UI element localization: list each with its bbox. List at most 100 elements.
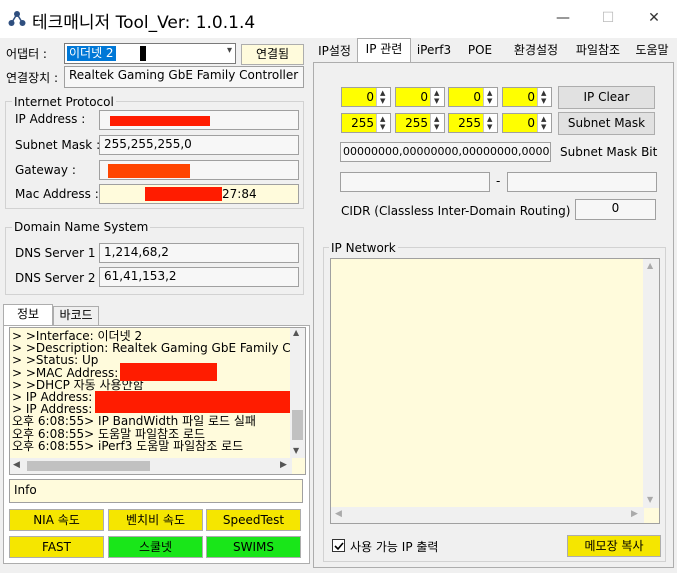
dns-group-title: Domain Name System xyxy=(12,220,151,234)
ip-network-title: IP Network xyxy=(329,241,398,255)
redaction-bar xyxy=(145,187,222,201)
vertical-scrollbar[interactable]: ▲ ▼ xyxy=(643,259,659,508)
spin-arrows-icon[interactable]: ▲ ▼ xyxy=(376,88,390,106)
ip-octet-1-spinner[interactable]: 0 ▲ ▼ xyxy=(341,87,391,107)
swims-button[interactable]: SWIMS xyxy=(206,536,301,558)
tab-preferences[interactable]: 환경설정 xyxy=(505,40,567,62)
octet-value: 255 xyxy=(458,116,481,130)
tab-ip-related[interactable]: IP 관련 xyxy=(357,38,411,63)
maximize-button[interactable]: ☐ xyxy=(585,0,631,36)
close-button[interactable]: ✕ xyxy=(631,0,677,36)
scrollbar-thumb[interactable] xyxy=(27,461,150,471)
ip-octet-2-spinner[interactable]: 0 ▲ ▼ xyxy=(395,87,445,107)
log-line: 오후 6:08:55> 도움말 파일참조 로드 xyxy=(12,426,206,441)
mask-octet-3-spinner[interactable]: 255 ▲ ▼ xyxy=(448,113,498,133)
tab-file-reference[interactable]: 파일참조 xyxy=(567,40,629,62)
spin-arrows-icon[interactable]: ▲ ▼ xyxy=(430,88,444,106)
subnet-mask-button[interactable]: Subnet Mask xyxy=(558,112,655,135)
checkmark-icon xyxy=(334,542,344,551)
adapter-select[interactable]: 이더넷 2 ▾ xyxy=(64,43,236,64)
log-line: 오후 6:08:55> IP BandWidth 파일 로드 실패 xyxy=(12,414,256,429)
subnet-mask-field: 255,255,255,0 xyxy=(99,135,299,155)
octet-value: 0 xyxy=(527,90,535,104)
spin-arrows-icon[interactable]: ▲ ▼ xyxy=(430,114,444,132)
ip-network-list[interactable]: ▲ ▼ ◀ ▶ xyxy=(330,258,660,524)
octet-value: 0 xyxy=(527,116,535,130)
schoolnet-button[interactable]: 스쿨넷 xyxy=(108,536,203,558)
dns2-label: DNS Server 2 : xyxy=(15,271,104,285)
cidr-field: 0 xyxy=(575,199,656,220)
scroll-up-arrow-icon[interactable]: ▲ xyxy=(293,328,299,337)
benchbee-speed-button[interactable]: 벤치비 속도 xyxy=(108,509,203,531)
gateway-label: Gateway : xyxy=(15,163,76,177)
mask-octet-1-spinner[interactable]: 255 ▲ ▼ xyxy=(341,113,391,133)
tab-iperf3[interactable]: iPerf3 xyxy=(412,40,456,62)
ip-address-label: IP Address : xyxy=(15,112,86,126)
mac-address-field: 27:84 xyxy=(99,184,299,204)
dns1-field: 1,214,68,2 xyxy=(99,243,299,263)
scroll-up-arrow-icon[interactable]: ▲ xyxy=(647,261,653,270)
available-ip-label: 사용 가능 IP 출력 xyxy=(350,540,439,554)
app-network-icon xyxy=(8,11,26,26)
horizontal-scrollbar[interactable]: ◀ ▶ xyxy=(10,458,292,474)
scroll-right-arrow-icon[interactable]: ▶ xyxy=(631,509,638,519)
log-textbox[interactable]: > >Interface: 이더넷 2 > >Description: Real… xyxy=(9,327,306,475)
dns2-field: 61,41,153,2 xyxy=(99,267,299,287)
mac-suffix: 27:84 xyxy=(222,187,257,201)
redaction-bar xyxy=(110,116,210,126)
tab-poe[interactable]: POE xyxy=(456,40,504,62)
mask-octet-2-spinner[interactable]: 255 ▲ ▼ xyxy=(395,113,445,133)
range-dash: - xyxy=(496,174,501,188)
horizontal-scrollbar[interactable]: ◀ ▶ xyxy=(331,507,644,523)
tab-help[interactable]: 도움말 xyxy=(629,40,675,62)
mask-octet-4-spinner[interactable]: 0 ▲ ▼ xyxy=(502,113,552,133)
range-start-field xyxy=(340,172,490,192)
spin-arrows-icon[interactable]: ▲ ▼ xyxy=(483,114,497,132)
mask-bits-label: Subnet Mask Bit xyxy=(560,145,658,159)
octet-value: 255 xyxy=(405,116,428,130)
spin-arrows-icon[interactable]: ▲ ▼ xyxy=(537,88,551,106)
notepad-copy-button[interactable]: 메모장 복사 xyxy=(567,535,661,557)
spin-arrows-icon[interactable]: ▲ ▼ xyxy=(483,88,497,106)
scroll-down-arrow-icon[interactable]: ▼ xyxy=(293,446,299,455)
fast-button[interactable]: FAST xyxy=(9,536,104,558)
device-field: Realtek Gaming GbE Family Controller xyxy=(64,66,304,88)
dns1-label: DNS Server 1 : xyxy=(15,246,104,260)
mac-address-label: Mac Address : xyxy=(15,187,99,201)
scrollbar-thumb[interactable] xyxy=(292,410,303,440)
octet-value: 0 xyxy=(473,90,481,104)
mask-bits-field: 00000000,00000000,00000000,00000000 xyxy=(340,142,551,162)
window-title: 테크매니저 Tool_Ver: 1.0.1.4 xyxy=(32,13,256,33)
scroll-down-arrow-icon[interactable]: ▼ xyxy=(647,495,653,504)
ip-octet-4-spinner[interactable]: 0 ▲ ▼ xyxy=(502,87,552,107)
log-line: 오후 6:08:55> iPerf3 도움말 파일참조 로드 xyxy=(12,438,244,453)
available-ip-checkbox[interactable] xyxy=(332,539,345,552)
nia-speed-button[interactable]: NIA 속도 xyxy=(9,509,104,531)
ip-clear-button[interactable]: IP Clear xyxy=(558,86,655,109)
redaction-bar xyxy=(108,164,190,178)
range-end-field xyxy=(507,172,657,192)
cidr-label: CIDR (Classless Inter-Domain Routing) xyxy=(341,204,571,218)
redaction-bar xyxy=(95,391,290,413)
info-field[interactable]: Info xyxy=(9,479,303,503)
spin-arrows-icon[interactable]: ▲ ▼ xyxy=(537,114,551,132)
subnet-mask-label: Subnet Mask : xyxy=(15,138,101,152)
scroll-left-arrow-icon[interactable]: ◀ xyxy=(13,460,20,470)
adapter-selected-value: 이더넷 2 xyxy=(67,46,116,61)
ip-octet-3-spinner[interactable]: 0 ▲ ▼ xyxy=(448,87,498,107)
connect-button[interactable]: 연결됨 xyxy=(241,44,304,65)
speedtest-button[interactable]: SpeedTest xyxy=(206,509,301,531)
octet-value: 255 xyxy=(351,116,374,130)
tab-ip-settings[interactable]: IP설정 xyxy=(312,41,357,63)
selection-caret xyxy=(140,46,146,61)
octet-value: 0 xyxy=(366,90,374,104)
minimize-button[interactable]: — xyxy=(540,0,586,36)
vertical-scrollbar[interactable]: ▲ ▼ xyxy=(290,328,305,458)
ip-group-title: Internet Protocol xyxy=(12,95,116,109)
scroll-left-arrow-icon[interactable]: ◀ xyxy=(335,509,342,519)
tab-info[interactable]: 정보 xyxy=(3,304,53,326)
scroll-right-arrow-icon[interactable]: ▶ xyxy=(280,460,287,470)
tab-barcode[interactable]: 바코드 xyxy=(53,306,99,326)
spin-arrows-icon[interactable]: ▲ ▼ xyxy=(376,114,390,132)
redaction-bar xyxy=(120,363,217,381)
